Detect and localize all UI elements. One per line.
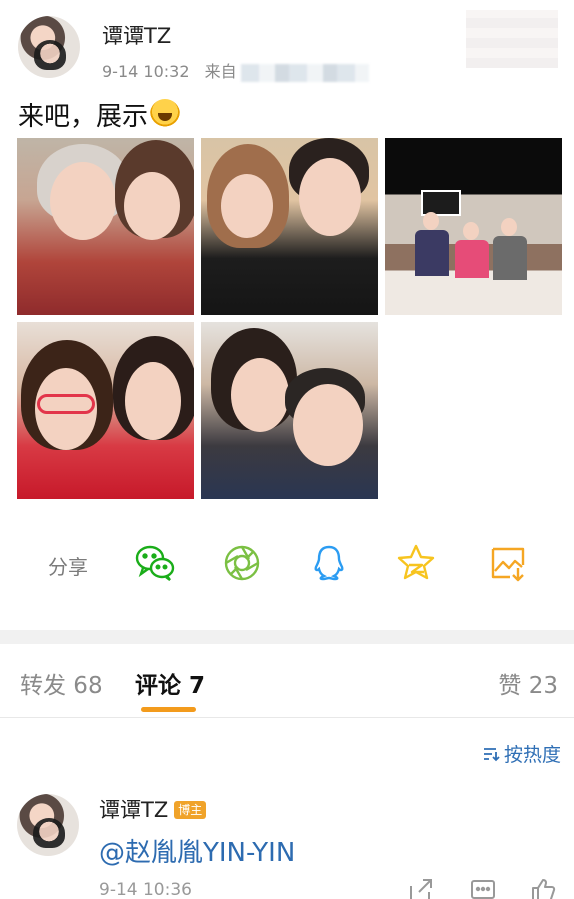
- rolling-laughing-emoji: [150, 99, 181, 129]
- post-source-prefix: 来自: [204, 62, 237, 81]
- photo-elder-woman-selfie[interactable]: [17, 138, 194, 315]
- section-divider: [0, 630, 574, 644]
- sort-label: 按热度: [503, 744, 561, 766]
- blurred-source: [240, 63, 369, 82]
- share-bar: 分享: [0, 535, 574, 593]
- comment-avatar[interactable]: [17, 794, 79, 856]
- tab-comment[interactable]: 评论 7: [135, 666, 205, 700]
- wechat-icon[interactable]: [133, 541, 177, 585]
- like-icon[interactable]: [529, 876, 557, 899]
- interaction-tabs: 转发 68 评论 7 赞 23: [0, 646, 574, 718]
- post-meta: 9-14 10:32 来自: [102, 58, 369, 82]
- comment-item: 谭谭TZ 博主 @赵胤胤YIN-YIN 9-14 10:36: [17, 792, 562, 899]
- author-badge: 博主: [174, 801, 207, 819]
- save-image-icon[interactable]: [486, 541, 530, 585]
- photo-grid: [17, 138, 562, 500]
- comment-text[interactable]: @赵胤胤YIN-YIN: [99, 832, 295, 869]
- reply-icon[interactable]: [469, 876, 497, 899]
- moments-icon[interactable]: [220, 541, 264, 585]
- sort-icon: [483, 748, 500, 762]
- comment-user-name[interactable]: 谭谭TZ 博主: [99, 794, 207, 824]
- photo-mother-son-selfie[interactable]: [201, 322, 378, 499]
- post-text: 来吧，展示: [18, 96, 181, 133]
- tab-like[interactable]: 赞 23: [498, 666, 558, 700]
- user-avatar[interactable]: [18, 16, 80, 78]
- photo-glasses-woman-selfie[interactable]: [17, 322, 194, 499]
- post-header: 谭谭TZ 9-14 10:32 来自: [18, 10, 558, 86]
- photo-couple-selfie[interactable]: [201, 138, 378, 315]
- qq-icon[interactable]: [307, 541, 351, 585]
- blurred-corner: [466, 10, 558, 68]
- post-user-name[interactable]: 谭谭TZ: [102, 20, 171, 50]
- comment-user-name-text: 谭谭TZ: [99, 798, 169, 822]
- share-label: 分享: [48, 555, 88, 579]
- post-time: 9-14 10:32: [102, 62, 190, 81]
- share-icon[interactable]: [407, 876, 435, 899]
- qzone-star-icon[interactable]: [394, 541, 438, 585]
- photo-group-table[interactable]: [385, 138, 562, 315]
- post-body: 来吧，展示: [18, 102, 149, 132]
- sort-button[interactable]: 按热度: [482, 740, 561, 767]
- tab-repost[interactable]: 转发 68: [20, 666, 103, 700]
- active-tab-indicator: [141, 707, 196, 712]
- comment-time: 9-14 10:36: [99, 880, 192, 899]
